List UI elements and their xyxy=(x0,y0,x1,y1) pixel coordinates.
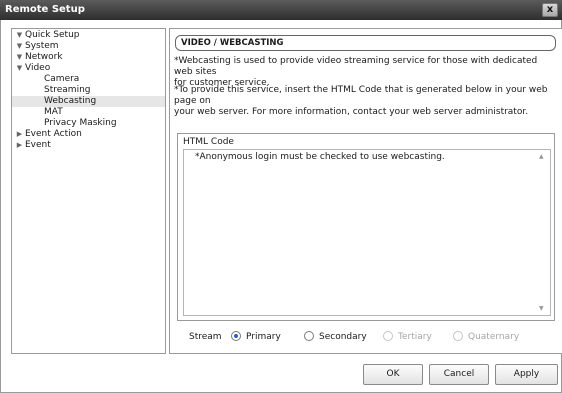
collapse-arrow-icon[interactable]: ▶ xyxy=(14,129,25,140)
expand-arrow-icon[interactable]: ▼ xyxy=(14,52,25,63)
section-title: VIDEO / WEBCASTING xyxy=(175,35,556,51)
description-line: your web server. For more information, c… xyxy=(174,107,529,117)
html-code-scrollbar[interactable]: ▲ ▼ xyxy=(536,150,550,315)
description-line: *To provide this service, insert the HTM… xyxy=(174,85,548,106)
scroll-down-icon[interactable]: ▼ xyxy=(539,305,544,312)
apply-button[interactable]: Apply xyxy=(495,364,558,385)
html-code-group: HTML Code *Anonymous login must be check… xyxy=(177,133,555,321)
tree-item-mat[interactable]: MAT xyxy=(12,107,63,118)
tree-item-webcasting[interactable]: Webcasting xyxy=(12,96,165,107)
html-code-text: *Anonymous login must be checked to use … xyxy=(195,152,445,162)
html-code-label: HTML Code xyxy=(183,137,234,147)
radio-disabled-icon xyxy=(453,331,463,341)
tree-item-video[interactable]: ▼ Video xyxy=(12,63,50,74)
tree-item-network[interactable]: ▼ Network xyxy=(12,52,63,63)
collapse-arrow-icon[interactable]: ▶ xyxy=(14,140,25,151)
expand-arrow-icon[interactable]: ▼ xyxy=(14,41,25,52)
tree-item-privacy-masking[interactable]: Privacy Masking xyxy=(12,118,117,129)
window-title: Remote Setup xyxy=(5,4,85,15)
html-code-textarea[interactable]: *Anonymous login must be checked to use … xyxy=(183,149,551,316)
radio-disabled-icon xyxy=(383,331,393,341)
stream-radio-quaternary: Quaternary xyxy=(453,331,519,343)
description-html-code: *To provide this service, insert the HTM… xyxy=(174,85,558,118)
close-button[interactable]: x xyxy=(542,3,558,17)
ok-button[interactable]: OK xyxy=(363,364,423,385)
title-bar: Remote Setup x xyxy=(0,0,562,20)
tree-item-camera[interactable]: Camera xyxy=(12,74,79,85)
stream-selector: Stream Primary Secondary Tertiary Quater… xyxy=(189,331,559,345)
stream-label: Stream xyxy=(189,332,222,342)
expand-arrow-icon[interactable]: ▼ xyxy=(14,30,25,41)
scroll-up-icon[interactable]: ▲ xyxy=(539,153,544,160)
stream-radio-primary[interactable]: Primary xyxy=(231,331,281,343)
radio-checked-icon[interactable] xyxy=(231,331,241,341)
description-line: *Webcasting is used to provide video str… xyxy=(174,56,538,77)
stream-radio-secondary[interactable]: Secondary xyxy=(304,331,367,343)
cancel-button[interactable]: Cancel xyxy=(429,364,489,385)
stream-radio-tertiary: Tertiary xyxy=(383,331,432,343)
radio-unchecked-icon[interactable] xyxy=(304,331,314,341)
settings-tree: ▼ Quick Setup ▼ System ▼ Network ▼ Video Cam… xyxy=(11,28,166,354)
tree-item-event[interactable]: ▶ Event xyxy=(12,140,51,151)
tree-item-system[interactable]: ▼ System xyxy=(12,41,59,52)
content-panel: VIDEO / WEBCASTING *Webcasting is used t… xyxy=(169,28,562,354)
expand-arrow-icon[interactable]: ▼ xyxy=(14,63,25,74)
tree-item-event-action[interactable]: ▶ Event Action xyxy=(12,129,82,140)
tree-item-streaming[interactable]: Streaming xyxy=(12,85,90,96)
tree-item-quick-setup[interactable]: ▼ Quick Setup xyxy=(12,30,80,41)
